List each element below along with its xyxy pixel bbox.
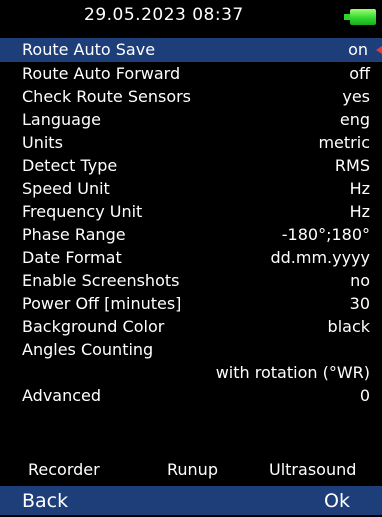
status-header: 29.05.2023 08:37 xyxy=(0,0,382,38)
setting-label: Route Auto Forward xyxy=(22,64,181,83)
setting-label: Route Auto Save xyxy=(22,40,156,59)
setting-advanced[interactable]: Advanced 0 xyxy=(0,384,382,407)
runup-button[interactable]: Runup xyxy=(167,455,218,485)
setting-label: Detect Type xyxy=(22,156,118,175)
setting-label: Power Off [minutes] xyxy=(22,294,182,313)
setting-language[interactable]: Language eng xyxy=(0,108,382,131)
setting-value: 30 xyxy=(349,294,370,313)
setting-value: 0 xyxy=(359,386,370,405)
setting-label: Frequency Unit xyxy=(22,202,143,221)
setting-value: on xyxy=(348,40,368,59)
setting-phase-range[interactable]: Phase Range -180°;180° xyxy=(0,223,382,246)
setting-enable-screenshots[interactable]: Enable Screenshots no xyxy=(0,269,382,292)
battery-body xyxy=(350,9,376,25)
setting-label: Advanced xyxy=(22,386,102,405)
setting-detect-type[interactable]: Detect Type RMS xyxy=(0,154,382,177)
ok-button[interactable]: Ok xyxy=(324,486,350,517)
setting-value: black xyxy=(327,317,370,336)
setting-value: -180°;180° xyxy=(281,225,370,244)
setting-value: off xyxy=(349,64,370,83)
recorder-button[interactable]: Recorder xyxy=(28,455,100,485)
setting-check-route-sensors[interactable]: Check Route Sensors yes xyxy=(0,85,382,108)
settings-list: Route Auto Save on Route Auto Forward of… xyxy=(0,38,382,407)
cursor-marker-icon xyxy=(376,46,382,54)
setting-speed-unit[interactable]: Speed Unit Hz xyxy=(0,177,382,200)
setting-value: no xyxy=(350,271,370,290)
setting-value: yes xyxy=(342,87,370,106)
setting-value: eng xyxy=(339,110,370,129)
setting-units[interactable]: Units metric xyxy=(0,131,382,154)
setting-route-auto-save[interactable]: Route Auto Save on xyxy=(0,38,382,62)
setting-value: dd.mm.yyyy xyxy=(270,248,370,267)
setting-label: Enable Screenshots xyxy=(22,271,180,290)
setting-angles-counting-value[interactable]: with rotation (°WR) xyxy=(0,361,382,384)
setting-value: Hz xyxy=(349,202,370,221)
back-button[interactable]: Back xyxy=(22,486,68,517)
ultrasound-button[interactable]: Ultrasound xyxy=(269,455,356,485)
date-time: 29.05.2023 08:37 xyxy=(84,5,244,25)
setting-value: Hz xyxy=(349,179,370,198)
setting-label: Angles Counting xyxy=(22,340,154,359)
setting-route-auto-forward[interactable]: Route Auto Forward off xyxy=(0,62,382,85)
setting-value: RMS xyxy=(334,156,370,175)
setting-label: Phase Range xyxy=(22,225,126,244)
navigation-bar: Back Ok xyxy=(0,486,382,515)
battery-full-icon xyxy=(344,7,376,27)
setting-label: Speed Unit xyxy=(22,179,110,198)
setting-label: Units xyxy=(22,133,63,152)
device-screen: 29.05.2023 08:37 Route Auto Save on Rout… xyxy=(0,0,382,515)
setting-angles-counting[interactable]: Angles Counting xyxy=(0,338,382,361)
setting-value: metric xyxy=(318,133,370,152)
setting-value: with rotation (°WR) xyxy=(215,363,370,382)
setting-label: Background Color xyxy=(22,317,165,336)
setting-power-off[interactable]: Power Off [minutes] 30 xyxy=(0,292,382,315)
setting-date-format[interactable]: Date Format dd.mm.yyyy xyxy=(0,246,382,269)
function-key-bar: Recorder Runup Ultrasound xyxy=(0,455,382,485)
setting-frequency-unit[interactable]: Frequency Unit Hz xyxy=(0,200,382,223)
setting-label: Check Route Sensors xyxy=(22,87,192,106)
setting-label: Date Format xyxy=(22,248,122,267)
setting-label: Language xyxy=(22,110,101,129)
setting-background-color[interactable]: Background Color black xyxy=(0,315,382,338)
